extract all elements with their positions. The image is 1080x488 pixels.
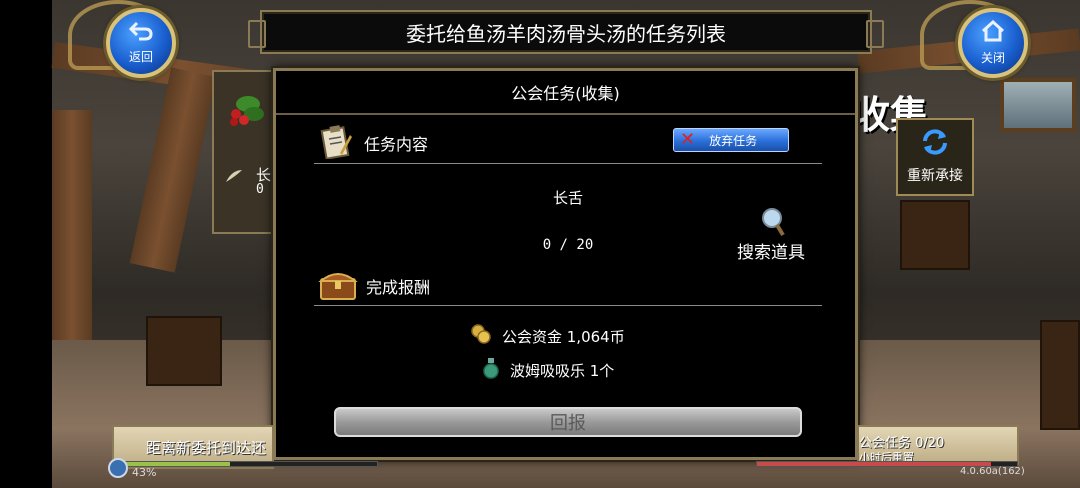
close-button-label: 关闭 — [980, 51, 1005, 65]
refresh-icon — [920, 129, 950, 159]
ceiling-beam — [129, 67, 217, 273]
close-icon: ✕ — [680, 129, 696, 150]
section-divider — [314, 163, 822, 164]
new-request-percent: 43% — [132, 466, 157, 479]
background-task-panel: 长 0 / — [212, 70, 282, 234]
abandon-task-button[interactable]: ✕ 放弃任务 — [673, 128, 789, 152]
reward-item: 波姆吸吸乐 1个 — [482, 357, 614, 383]
search-item-label: 搜索道具 — [737, 243, 805, 263]
renew-button-label: 重新承接 — [907, 168, 963, 184]
new-request-progress-bar — [118, 461, 378, 467]
task-content-section: 任务内容 — [318, 123, 428, 163]
back-button-label: 返回 — [128, 50, 153, 64]
version-label: 4.0.60a(162) — [960, 466, 1025, 477]
required-item-name: 长舌 — [552, 189, 583, 207]
report-button-label: 回报 — [550, 413, 586, 434]
item-progress: 0 / 20 — [542, 237, 594, 253]
close-button[interactable]: 关闭 — [958, 8, 1028, 78]
treasure-chest-icon — [318, 267, 358, 305]
chair — [146, 316, 222, 386]
reward-title: 完成报酬 — [366, 278, 431, 297]
window-title-bar: 委托给鱼汤羊肉汤骨头汤的任务列表 — [248, 10, 884, 54]
ceiling-beam — [52, 110, 92, 340]
reward-section: 完成报酬 — [318, 267, 430, 305]
clock-icon — [108, 458, 128, 478]
renew-button[interactable]: 重新承接 — [896, 118, 974, 196]
guild-task-progress-fill — [757, 462, 991, 466]
coins-icon — [470, 323, 492, 349]
abandon-task-label: 放弃任务 — [709, 133, 758, 148]
herb-icon — [224, 88, 268, 132]
left-screen-edge — [0, 0, 52, 488]
chair — [1040, 320, 1080, 430]
chair — [900, 200, 970, 270]
section-divider — [314, 305, 822, 306]
dialog-title: 公会任务(收集) — [511, 84, 620, 103]
search-item-button[interactable]: 搜索道具 — [731, 207, 811, 263]
home-icon — [981, 19, 1005, 47]
dialog-header: 公会任务(收集) — [276, 71, 855, 115]
clipboard-icon — [318, 123, 354, 163]
reward-text: 公会资金 1,064币 — [502, 327, 625, 346]
new-request-timer-text: 距离新委托到达还 — [146, 438, 267, 457]
reward-text: 波姆吸吸乐 1个 — [510, 361, 615, 380]
task-content-title: 任务内容 — [364, 135, 429, 154]
window-title: 委托给鱼汤羊肉汤骨头汤的任务列表 — [406, 21, 726, 46]
feather-icon — [224, 168, 244, 184]
magnifier-icon — [759, 207, 785, 237]
reward-item: 公会资金 1,064币 — [470, 323, 625, 349]
guild-task-dialog: 公会任务(收集) 任务内容 ✕ 放弃任务 长舌 0 / 20 搜索道具 完成报酬… — [273, 68, 858, 460]
wall-window — [1000, 78, 1076, 132]
report-button[interactable]: 回报 — [334, 407, 802, 437]
potion-icon — [482, 357, 500, 383]
back-button[interactable]: 返回 — [106, 8, 176, 78]
back-arrow-icon — [128, 21, 153, 46]
guild-task-status-panel: 公会任务 0/20 小时后重置 — [857, 425, 1019, 465]
